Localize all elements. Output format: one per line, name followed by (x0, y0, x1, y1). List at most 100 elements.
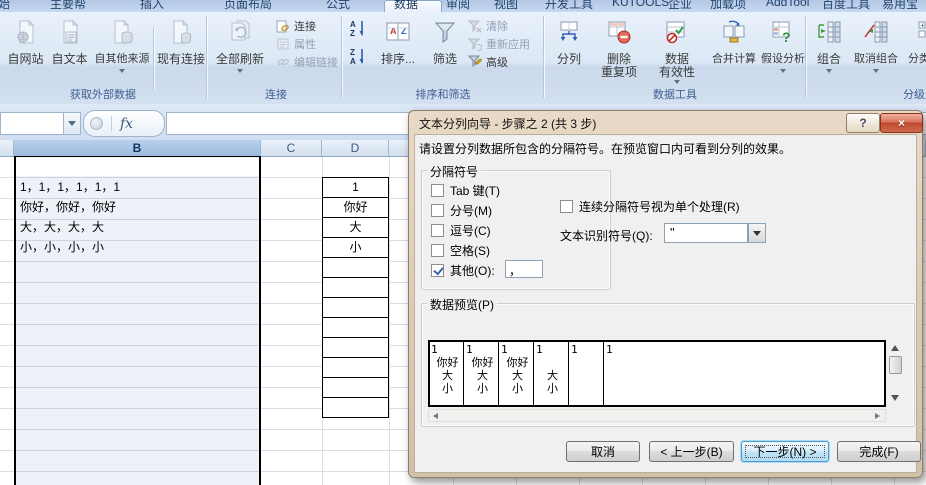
column-header-d[interactable]: D (322, 140, 389, 157)
back-button[interactable]: < 上一步(B) (649, 441, 734, 462)
text-to-columns-button[interactable]: 分列 (548, 14, 590, 88)
delimiter-tab-checkbox[interactable]: Tab 键(T) (431, 182, 500, 199)
tab-home[interactable]: 开始 (0, 0, 10, 12)
dialog-help-button[interactable]: ? (846, 113, 880, 133)
cell-b4[interactable]: 大，大，大，大 (20, 217, 256, 237)
name-box-dropdown-button[interactable] (63, 112, 81, 135)
tab-insert[interactable]: 插入 (140, 0, 164, 12)
from-web-button[interactable]: 自网站 (4, 14, 47, 88)
tab-developer[interactable]: 开发工具 (545, 0, 593, 12)
svg-text:A: A (350, 20, 356, 29)
consolidate-button[interactable]: 合并计算 (708, 14, 760, 88)
sort-dialog-button[interactable]: AZ 排序... (374, 14, 422, 88)
cell-d12[interactable] (323, 378, 388, 398)
dialog-title[interactable]: 文本分列向导 - 步骤之 2 (共 3 步) (419, 115, 596, 132)
tab-addtool[interactable]: AddTool (766, 0, 809, 9)
insert-function-button[interactable]: fx (83, 110, 165, 137)
remove-duplicates-label-2: 重复项 (601, 66, 637, 79)
sort-ascending-button[interactable]: AZ (349, 20, 363, 36)
advanced-filter-button[interactable]: 高级 (468, 54, 508, 70)
tab-baidu-tools[interactable]: 百度工具 (822, 0, 870, 12)
properties-button[interactable]: 属性 (276, 36, 316, 52)
tab-review[interactable]: 审阅 (446, 0, 470, 12)
cell-d7[interactable] (323, 278, 388, 298)
cell-d10[interactable] (323, 338, 388, 358)
tab-data[interactable]: 数据 (394, 0, 418, 12)
preview-cell: 你好 (465, 356, 500, 369)
tab-addins[interactable]: 加载项 (710, 0, 746, 12)
tab-enterprise[interactable]: 企业 (668, 0, 692, 12)
existing-connections-button[interactable]: 现有连接 (156, 14, 206, 88)
active-cell-b1[interactable] (16, 158, 259, 176)
cell-d11[interactable] (323, 358, 388, 378)
delimiter-comma-label: 逗号(C) (450, 222, 491, 239)
treat-consecutive-label: 连续分隔符号视为单个处理(R) (579, 198, 740, 215)
reapply-filter-button[interactable]: 重新应用 (468, 36, 530, 52)
group-button[interactable]: 组合 (810, 14, 848, 88)
sort-descending-button[interactable]: ZA (349, 48, 363, 64)
cell-d5[interactable]: 小 (323, 238, 388, 258)
cell-d2[interactable]: 1 (323, 178, 388, 198)
cell-d8[interactable] (323, 298, 388, 318)
refresh-all-icon (227, 17, 253, 47)
cell-d6[interactable] (323, 258, 388, 278)
remove-duplicates-button[interactable]: 删除 重复项 (592, 14, 646, 88)
checkbox-icon (560, 200, 573, 213)
tab-formulas[interactable]: 公式 (326, 0, 350, 12)
cell-b3[interactable]: 你好，你好，你好 (20, 197, 256, 217)
dialog-close-button[interactable]: × (880, 113, 923, 133)
subtotal-button[interactable]: + 分类汇总 (904, 14, 926, 88)
cell-b2[interactable]: 1，1，1，1，1，1 (20, 177, 256, 197)
preview-cell: 1 (535, 343, 570, 356)
tab-page-layout[interactable]: 页面布局 (224, 0, 272, 12)
refresh-all-button[interactable]: 全部刷新 (212, 14, 268, 88)
cell-d4[interactable]: 大 (323, 218, 388, 238)
cancel-button[interactable]: 取消 (566, 441, 640, 462)
column-header-c[interactable]: C (261, 140, 322, 157)
delimiter-space-checkbox[interactable]: 空格(S) (431, 242, 490, 259)
finish-button[interactable]: 完成(F) (837, 441, 921, 462)
other-delimiter-input[interactable]: ， (505, 260, 543, 278)
cell-d9[interactable] (323, 318, 388, 338)
subtotal-icon: + (916, 17, 926, 47)
tab-view[interactable]: 视图 (494, 0, 518, 12)
column-header-b[interactable]: B (14, 140, 261, 157)
from-text-button[interactable]: 自文本 (48, 14, 91, 88)
group-inner-separator (153, 28, 154, 90)
selection-border (14, 157, 16, 485)
connections-button[interactable]: 连接 (276, 18, 316, 34)
cell-b5[interactable]: 小，小，小，小 (20, 237, 256, 257)
what-if-analysis-button[interactable]: ? 假设分析 (760, 14, 806, 88)
name-box[interactable] (0, 112, 64, 135)
tab-custom[interactable]: 主要帮 (50, 0, 86, 12)
delimiter-other-checkbox[interactable]: 其他(O): (431, 262, 495, 279)
data-validation-button[interactable]: 数据 有效性 (648, 14, 706, 88)
edit-links-button[interactable]: 编辑链接 (276, 54, 338, 70)
scroll-left-icon[interactable] (433, 413, 438, 419)
column-header-a-sliver[interactable] (0, 140, 14, 157)
preview-cell: 1 (465, 343, 500, 356)
delimiter-semicolon-checkbox[interactable]: 分号(M) (431, 202, 492, 219)
cell-d13[interactable] (323, 398, 388, 417)
group-label-data-tools: 数据工具 (613, 86, 737, 102)
preview-horizontal-scrollbar[interactable] (428, 409, 886, 422)
scroll-down-icon[interactable] (891, 395, 899, 401)
preview-cell (605, 382, 640, 395)
group-caret-icon (826, 69, 832, 73)
tab-kutools[interactable]: KUTOOLS (612, 0, 669, 9)
preview-vertical-scrollbar[interactable] (888, 340, 903, 407)
from-other-sources-button[interactable]: 自其他来源 (92, 14, 152, 88)
ungroup-button[interactable]: 取消组合 (850, 14, 902, 88)
delimiter-comma-checkbox[interactable]: 逗号(C) (431, 222, 491, 239)
treat-consecutive-checkbox[interactable]: 连续分隔符号视为单个处理(R) (560, 198, 740, 215)
scroll-up-icon[interactable] (891, 345, 899, 351)
filter-button[interactable]: 筛选 (426, 14, 464, 88)
tab-yiyongbao[interactable]: 易用宝 (882, 0, 918, 12)
clear-filter-button[interactable]: 清除 (468, 18, 508, 34)
combobox-dropdown-button[interactable] (748, 223, 766, 243)
cell-d3[interactable]: 你好 (323, 198, 388, 218)
scrollbar-thumb[interactable] (889, 356, 902, 374)
preview-cell (570, 382, 605, 395)
scroll-right-icon[interactable] (875, 413, 880, 419)
next-button[interactable]: 下一步(N) > (741, 441, 829, 462)
